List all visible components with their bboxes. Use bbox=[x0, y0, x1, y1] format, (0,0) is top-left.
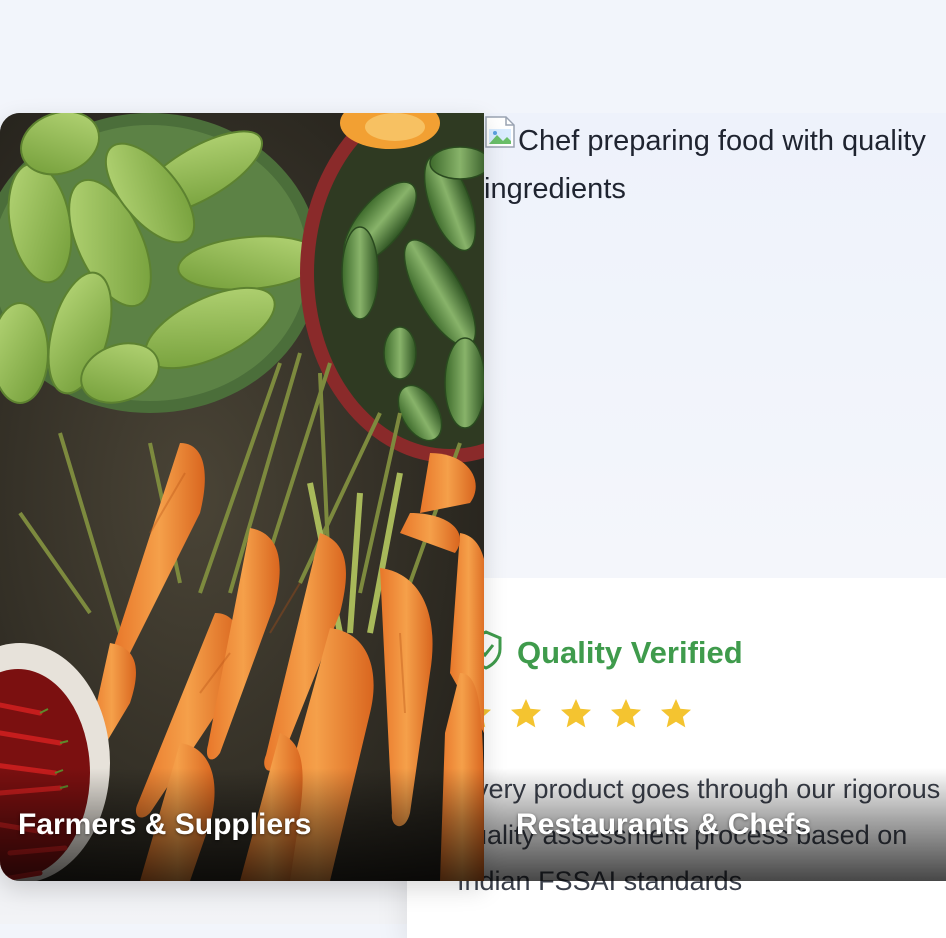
restaurants-label[interactable]: Restaurants & Chefs bbox=[516, 808, 811, 842]
quality-description-line: Every product goes through our rigorous bbox=[457, 774, 941, 804]
star-icon bbox=[511, 699, 541, 728]
quality-heading: Quality Verified bbox=[469, 630, 743, 675]
quality-description-line: Indian FSSAI standards bbox=[457, 866, 743, 896]
star-icon bbox=[611, 699, 641, 728]
farmers-image-card[interactable] bbox=[0, 113, 484, 881]
star-rating bbox=[457, 696, 695, 732]
farmers-label[interactable]: Farmers & Suppliers bbox=[18, 808, 311, 842]
chef-image-card[interactable]: Chef preparing food with quality ingredi… bbox=[484, 113, 946, 578]
quality-card: Quality Verified Every product goes thro… bbox=[407, 578, 946, 938]
vegetables-photo bbox=[0, 113, 484, 881]
star-icon bbox=[661, 699, 691, 728]
quality-title: Quality Verified bbox=[517, 634, 743, 670]
chef-image-alt-text: Chef preparing food with quality ingredi… bbox=[484, 125, 926, 205]
star-icon bbox=[561, 699, 591, 728]
